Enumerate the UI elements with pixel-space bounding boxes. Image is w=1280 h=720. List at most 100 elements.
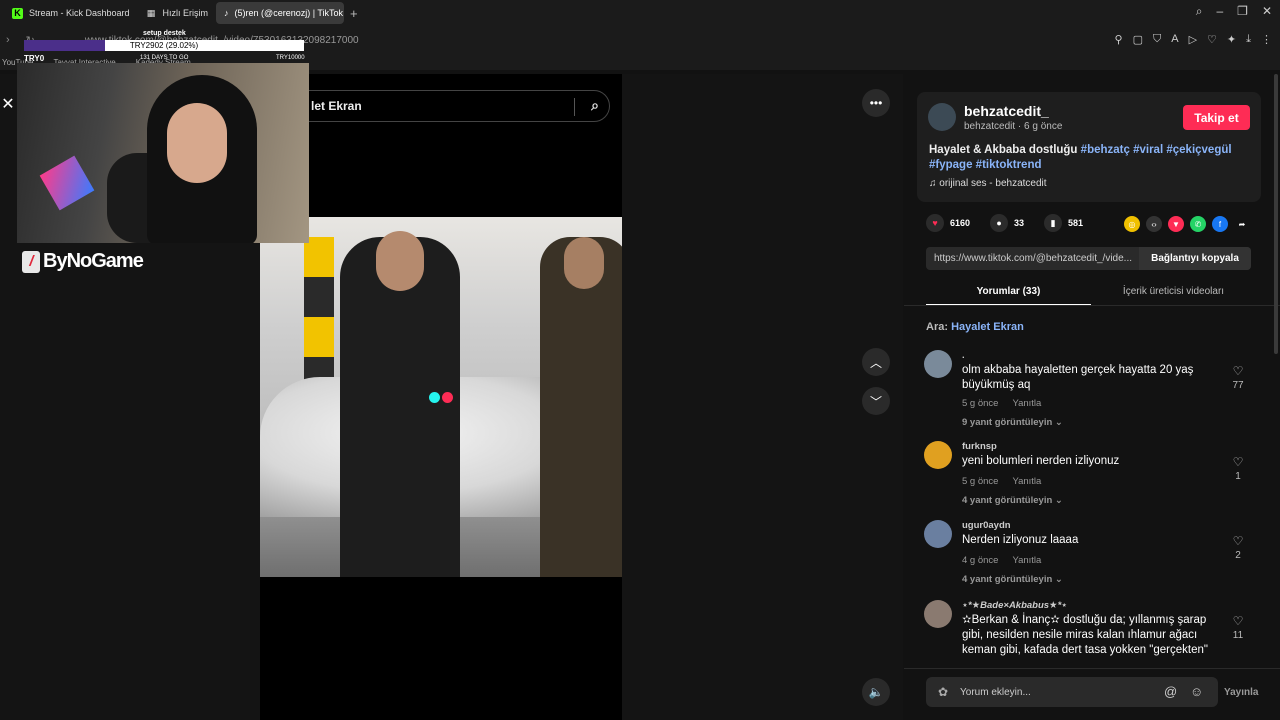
tab-label: (5)ren (@cerenozj) | TikTok xyxy=(234,8,344,18)
menu-icon[interactable]: ⋮ xyxy=(1261,33,1272,46)
save-button[interactable]: ▮ 581 xyxy=(1044,214,1083,232)
divider xyxy=(904,305,1280,306)
scrollbar[interactable] xyxy=(1274,74,1278,354)
search-icon[interactable]: ⌕ xyxy=(1196,4,1203,19)
minimize-icon[interactable]: – xyxy=(1216,4,1223,19)
post-comment-button[interactable]: Yayınla xyxy=(1224,687,1258,698)
tab-creator-videos[interactable]: İçerik üreticisi videoları xyxy=(1091,282,1256,306)
comment-text: Nerden izliyonuz laaaa xyxy=(962,534,1079,546)
related-search-link[interactable]: Hayalet Ekran xyxy=(951,321,1024,333)
hashtag[interactable]: #fypage xyxy=(929,159,972,171)
comment-like-icon[interactable]: ♡ xyxy=(1228,534,1248,548)
share-link[interactable]: https://www.tiktok.com/@behzatcedit_/vid… xyxy=(934,253,1132,264)
grid-icon: ▦ xyxy=(146,7,156,18)
tab-tiktok[interactable]: ♪ (5)ren (@cerenozj) | TikTok xyxy=(216,2,345,24)
comment-like-count: 77 xyxy=(1232,380,1244,391)
embed-icon[interactable]: ‹› xyxy=(1146,216,1162,232)
follow-button[interactable]: Takip et xyxy=(1183,105,1250,130)
search-icon[interactable]: ⌕ xyxy=(591,97,599,114)
screenshot-icon[interactable]: ▢ xyxy=(1133,33,1143,46)
next-video-button[interactable]: ﹀ xyxy=(862,387,890,415)
reply-button[interactable]: Yanıtla xyxy=(1012,555,1041,566)
commenter-avatar[interactable] xyxy=(924,350,952,378)
reply-button[interactable]: Yanıtla xyxy=(1012,476,1041,487)
comment-like-icon[interactable]: ♡ xyxy=(1228,364,1248,378)
back-icon[interactable]: › xyxy=(6,34,10,46)
pin-icon[interactable]: ⚲ xyxy=(1115,33,1123,46)
comment-button[interactable]: ● 33 xyxy=(990,214,1024,232)
comment-author[interactable]: ⋆*★Bade×Akbabus★*⋆ xyxy=(962,600,1067,611)
new-tab-button[interactable]: + xyxy=(350,6,358,21)
comment-time: 4 g önce xyxy=(962,555,999,566)
mention-icon[interactable]: @ xyxy=(1164,684,1177,699)
hashtag[interactable]: #behzatç xyxy=(1081,144,1130,156)
comment-composer: Yorum ekleyin... ✿ @ ☺ Yayınla xyxy=(904,668,1280,720)
video-search-bar[interactable]: let Ekran ⌕ xyxy=(260,90,610,122)
comment-time: 5 g önce xyxy=(962,398,999,409)
heart-icon[interactable]: ♡ xyxy=(1207,33,1217,46)
tiktok-icon: ♪ xyxy=(224,8,229,18)
sound-info[interactable]: ♫ orijinal ses - behzatcedit xyxy=(929,178,1047,189)
translate-icon[interactable]: A xyxy=(1171,33,1178,46)
extensions-icon[interactable]: ✦ xyxy=(1227,33,1236,46)
send-icon[interactable]: ▼ xyxy=(1168,216,1184,232)
like-button[interactable]: ♥ 6160 xyxy=(926,214,970,232)
comment-item: ugur0aydn Nerden izliyonuz laaaa 4 g önc… xyxy=(924,520,1254,586)
gift-icon[interactable]: ✿ xyxy=(938,685,948,699)
whatsapp-icon[interactable]: ✆ xyxy=(1190,216,1206,232)
close-video-button[interactable]: ✕ xyxy=(0,94,16,113)
hashtag[interactable]: #tiktoktrend xyxy=(976,159,1042,171)
goal-days-left: 131 DAYS TO GO xyxy=(140,55,189,61)
comment-like-icon[interactable]: ♡ xyxy=(1228,455,1248,469)
comment-author[interactable]: . xyxy=(962,350,965,361)
loading-indicator xyxy=(429,392,453,403)
share-icon[interactable]: ➦ xyxy=(1234,216,1250,232)
facebook-icon[interactable]: f xyxy=(1212,216,1228,232)
creator-username[interactable]: behzatcedit_ xyxy=(964,103,1049,119)
comment-like-count: 2 xyxy=(1235,550,1241,561)
comment-meta: 5 g önce Yanıtla xyxy=(962,398,1041,409)
view-replies-button[interactable]: 9 yanıt görüntüleyin ⌄ xyxy=(962,417,1063,428)
tab-comments[interactable]: Yorumlar (33) xyxy=(926,282,1091,306)
extension-icons: ⚲ ▢ ⛉ A ▷ ♡ ✦ ⤓ ⋮ xyxy=(1115,33,1273,46)
parking-pillar xyxy=(304,237,334,397)
download-icon[interactable]: ⤓ xyxy=(1246,33,1251,46)
comment-text: yeni bolumleri nerden izliyonuz xyxy=(962,455,1120,467)
kick-icon: K xyxy=(12,7,23,19)
restore-icon[interactable]: ❐ xyxy=(1237,4,1248,19)
tab-quick-access[interactable]: ▦ Hızlı Erişim xyxy=(138,2,217,24)
comment-text: olm akbaba hayaletten gerçek hayatta 20 … xyxy=(962,364,1194,391)
coin-icon[interactable]: ◎ xyxy=(1124,216,1140,232)
creator-avatar[interactable] xyxy=(928,103,956,131)
shield-icon[interactable]: ⛉ xyxy=(1153,33,1161,46)
comment-author[interactable]: furknsp xyxy=(962,441,997,452)
hashtag[interactable]: #çekiçvegül xyxy=(1166,144,1231,156)
hashtag[interactable]: #viral xyxy=(1133,144,1163,156)
commenter-avatar[interactable] xyxy=(924,520,952,548)
related-search-prefix: Ara: xyxy=(926,321,949,333)
previous-video-button[interactable]: ︿ xyxy=(862,348,890,376)
commenter-avatar[interactable] xyxy=(924,600,952,628)
like-count: 6160 xyxy=(950,218,971,228)
more-options-button[interactable]: ••• xyxy=(862,89,890,117)
share-link-box: https://www.tiktok.com/@behzatcedit_/vid… xyxy=(926,247,1251,270)
comment-text: ✫Berkan & İnanç✫ dostluğu da; yıllanmış … xyxy=(962,614,1208,656)
volume-button[interactable]: 🔈 xyxy=(862,678,890,706)
comment-time: 5 g önce xyxy=(962,476,999,487)
panel-tabs: Yorumlar (33) İçerik üreticisi videoları xyxy=(926,282,1256,306)
view-replies-button[interactable]: 4 yanıt görüntüleyin ⌄ xyxy=(962,495,1063,506)
copy-link-button[interactable]: Bağlantıyı kopyala xyxy=(1139,247,1251,270)
comment-author[interactable]: ugur0aydn xyxy=(962,520,1011,531)
commenter-avatar[interactable] xyxy=(924,441,952,469)
emoji-icon[interactable]: ☺ xyxy=(1190,684,1203,699)
bynogame-icon: / xyxy=(22,250,40,273)
tab-kick-dashboard[interactable]: K Stream - Kick Dashboard xyxy=(4,2,138,24)
close-icon[interactable]: ✕ xyxy=(1262,4,1272,19)
webcam-overlay xyxy=(17,63,309,243)
view-replies-button[interactable]: 4 yanıt görüntüleyin ⌄ xyxy=(962,574,1063,585)
reply-button[interactable]: Yanıtla xyxy=(1012,398,1041,409)
comment-like-icon[interactable]: ♡ xyxy=(1228,614,1248,628)
music-icon: ♫ xyxy=(929,178,937,189)
sponsor-name: ByNoGame xyxy=(43,250,144,272)
play-icon[interactable]: ▷ xyxy=(1189,33,1197,46)
